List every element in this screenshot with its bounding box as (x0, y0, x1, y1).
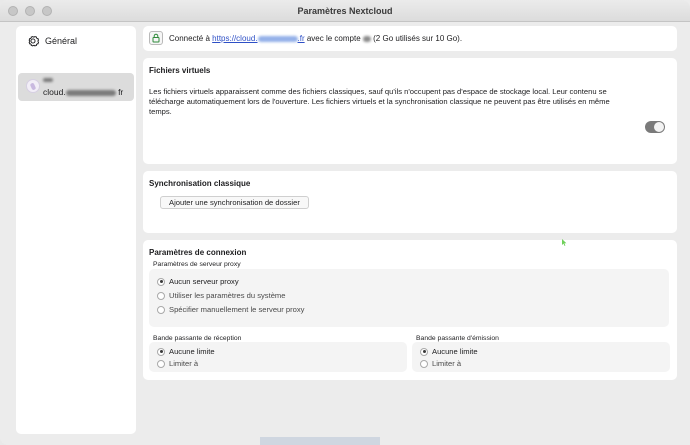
radio-indicator (157, 291, 165, 300)
connection-status: Connecté à https://cloud. .fr avec le com… (169, 34, 462, 43)
proxy-system-radio[interactable]: Utiliser les paramètres du système (157, 291, 285, 300)
sidebar-item-general[interactable]: Général (26, 34, 77, 48)
title-bar[interactable]: Paramètres Nextcloud (0, 0, 690, 22)
virtual-files-toggle[interactable] (645, 121, 665, 133)
download-no-limit-label: Aucune limite (169, 347, 215, 356)
upload-limit-label: Limiter à (432, 359, 462, 368)
upload-bandwidth-label: Bande passante d'émission (416, 335, 499, 342)
storage-usage: (2 Go utilisés sur 10 Go). (373, 34, 463, 43)
account-name-redacted (43, 77, 53, 84)
network-panel: Paramètres de connexion Paramètres de se… (143, 240, 677, 380)
settings-window: Paramètres Nextcloud Général cloud. fr C… (0, 0, 690, 445)
connection-account-text: avec le compte (306, 34, 361, 43)
account-host: cloud. fr (43, 87, 123, 97)
virtual-files-title: Fichiers virtuels (149, 66, 211, 75)
window-controls (8, 6, 52, 16)
minimize-window-button[interactable] (25, 6, 35, 16)
close-window-button[interactable] (8, 6, 18, 16)
upload-no-limit-radio[interactable]: Aucune limite (420, 347, 478, 356)
zoom-window-button[interactable] (42, 6, 52, 16)
server-link-suffix: .fr (297, 34, 305, 43)
radio-selected-indicator (157, 347, 165, 356)
proxy-none-label: Aucun serveur proxy (169, 277, 239, 286)
connection-panel: Connecté à https://cloud. .fr avec le com… (143, 26, 677, 51)
sidebar-item-general-label: Général (45, 36, 78, 46)
download-limit-radio[interactable]: Limiter à (157, 359, 198, 368)
lock-icon (149, 31, 163, 45)
radio-selected-indicator (420, 347, 428, 356)
proxy-manual-radio[interactable]: Spécifier manuellement le serveur proxy (157, 305, 304, 314)
add-folder-sync-button[interactable]: Ajouter une synchronisation de dossier (160, 196, 309, 209)
download-limit-label: Limiter à (169, 359, 199, 368)
proxy-none-radio[interactable]: Aucun serveur proxy (157, 277, 239, 286)
redacted-text (43, 78, 53, 83)
upload-no-limit-label: Aucune limite (432, 347, 478, 356)
radio-selected-indicator (157, 277, 165, 286)
background-window-bottom (260, 437, 380, 445)
server-link[interactable]: https://cloud. .fr (212, 34, 304, 43)
redacted-text (65, 89, 116, 96)
virtual-files-panel: Fichiers virtuels Les fichiers virtuels … (143, 58, 677, 164)
network-title: Paramètres de connexion (149, 248, 247, 257)
virtual-files-description: Les fichiers virtuels apparaissent comme… (149, 87, 610, 116)
account-host-suffix: fr (118, 87, 124, 97)
connection-prefix: Connecté à (169, 34, 210, 43)
account-host-prefix: cloud. (43, 87, 66, 97)
classic-sync-panel: Synchronisation classique Ajouter une sy… (143, 171, 677, 233)
sidebar: Général cloud. fr (16, 26, 136, 434)
download-bandwidth-label: Bande passante de réception (153, 335, 242, 342)
radio-indicator (157, 359, 165, 368)
download-bandwidth-group: Aucune limite Limiter à (149, 342, 407, 372)
mouse-cursor-icon (562, 239, 567, 246)
upload-limit-radio[interactable]: Limiter à (420, 359, 461, 368)
proxy-manual-label: Spécifier manuellement le serveur proxy (169, 305, 305, 314)
server-link-prefix: https://cloud. (212, 34, 258, 43)
redacted-text (362, 35, 371, 42)
redacted-text (257, 35, 298, 42)
radio-indicator (420, 359, 428, 368)
download-no-limit-radio[interactable]: Aucune limite (157, 347, 215, 356)
account-avatar (26, 79, 40, 93)
proxy-settings-group: Aucun serveur proxy Utiliser les paramèt… (149, 269, 669, 327)
window-title: Paramètres Nextcloud (297, 5, 393, 16)
gear-icon (28, 35, 40, 47)
upload-bandwidth-group: Aucune limite Limiter à (412, 342, 670, 372)
sidebar-item-account[interactable]: cloud. fr (18, 73, 134, 101)
classic-sync-title: Synchronisation classique (149, 179, 251, 188)
radio-indicator (157, 305, 165, 314)
proxy-system-label: Utiliser les paramètres du système (169, 291, 286, 300)
proxy-settings-label: Paramètres de serveur proxy (153, 261, 241, 268)
